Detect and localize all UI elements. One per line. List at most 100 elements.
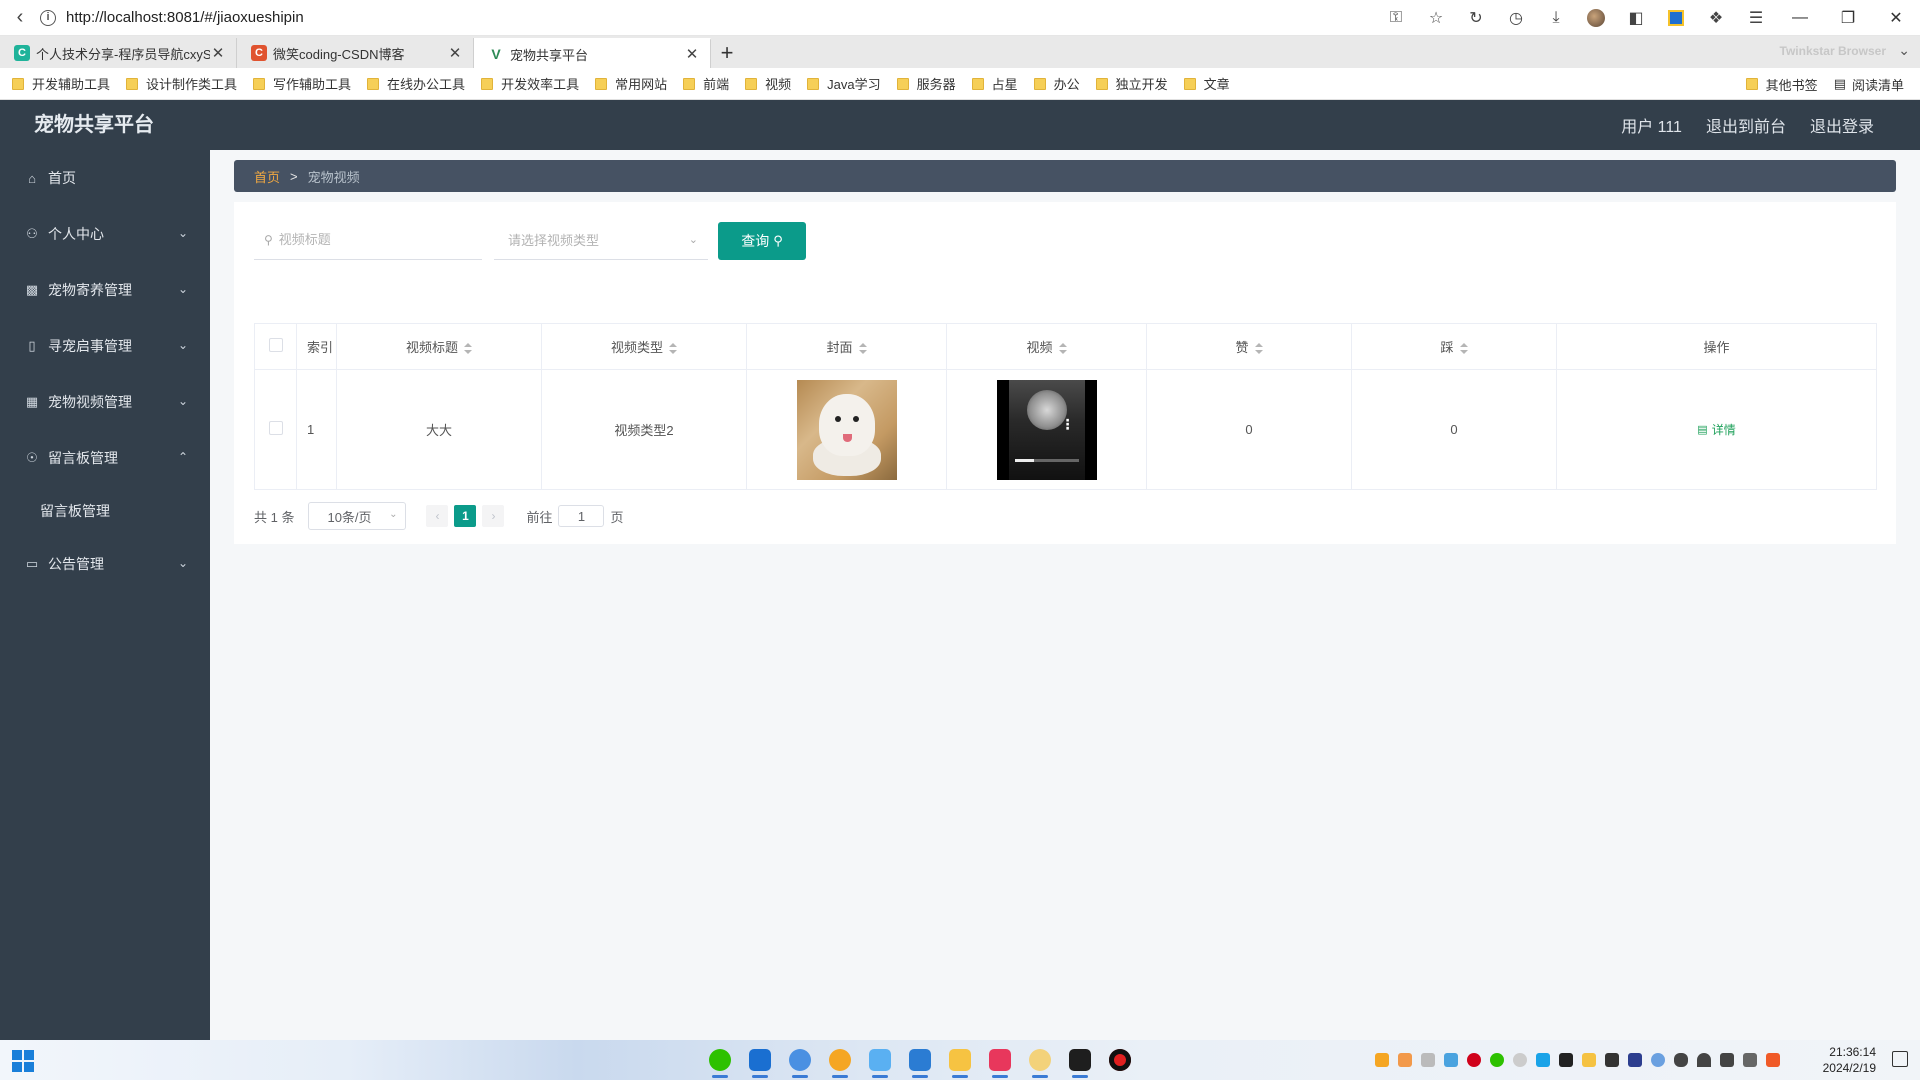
key-icon[interactable]: ⚿	[1376, 0, 1416, 36]
close-tab-icon[interactable]: ✕	[684, 45, 700, 63]
more-options-icon[interactable]: ⋮	[1061, 417, 1075, 431]
sidebar-item-lost-pet[interactable]: ▯ 寻宠启事管理 ⌄	[0, 318, 210, 374]
tray-app-icon[interactable]	[1651, 1053, 1665, 1067]
close-tab-icon[interactable]: ✕	[210, 44, 226, 62]
page-jump-input[interactable]	[558, 505, 605, 527]
bookmark-folder[interactable]: 视频	[745, 74, 791, 93]
url-field[interactable]: http://localhost:8081/#/jiaoxueshipin	[66, 9, 304, 26]
browser-tab-3[interactable]: V 宠物共享平台 ✕	[474, 38, 711, 68]
file-explorer-icon[interactable]	[940, 1040, 980, 1080]
volume-icon[interactable]	[1720, 1053, 1734, 1067]
col-video[interactable]: 视频	[946, 323, 1147, 370]
tray-app-icon[interactable]	[1628, 1053, 1642, 1067]
bookmark-folder[interactable]: 写作辅助工具	[253, 74, 351, 93]
puzzle-icon[interactable]: ❖	[1696, 0, 1736, 36]
wechat-app-icon[interactable]	[700, 1040, 740, 1080]
row-checkbox[interactable]	[268, 421, 283, 435]
sort-icon[interactable]	[1254, 342, 1263, 355]
detail-button[interactable]: ▤ 详情	[1697, 421, 1735, 438]
tray-record-icon[interactable]	[1467, 1053, 1481, 1067]
record-icon[interactable]	[1100, 1040, 1140, 1080]
menu-icon[interactable]: ☰	[1736, 0, 1776, 36]
video-progress-bar[interactable]	[1014, 458, 1079, 462]
bookmark-folder[interactable]: 办公	[1033, 74, 1080, 93]
bookmark-folder[interactable]: 设计制作类工具	[126, 74, 237, 93]
windows-start-icon[interactable]	[12, 1050, 34, 1072]
col-likes[interactable]: 赞	[1146, 323, 1352, 370]
star-icon[interactable]: ☆	[1416, 0, 1456, 36]
reading-list[interactable]: ▤ 阅读清单	[1834, 75, 1904, 94]
to-front-link[interactable]: 退出到前台	[1706, 113, 1786, 137]
sort-icon[interactable]	[464, 342, 472, 355]
cloud-app-icon[interactable]	[860, 1040, 900, 1080]
browser-tab-2[interactable]: C 微笑coding-CSDN博客 ✕	[237, 38, 474, 68]
col-title[interactable]: 视频标题	[336, 323, 542, 370]
tablet-app-icon[interactable]	[740, 1040, 780, 1080]
reload-icon[interactable]: ↻	[1456, 0, 1496, 36]
wifi-icon[interactable]	[1697, 1053, 1711, 1067]
notification-icon[interactable]	[1892, 1051, 1908, 1067]
bookmark-folder[interactable]: 文章	[1183, 74, 1230, 93]
other-bookmarks[interactable]: 其他书签	[1745, 75, 1818, 94]
prev-page-button[interactable]: ‹	[426, 505, 449, 527]
tray-app-icon[interactable]	[1582, 1053, 1596, 1067]
sidebar-item-boarding[interactable]: ▩ 宠物寄养管理 ⌄	[0, 262, 210, 318]
cover-image[interactable]	[796, 379, 897, 480]
back-icon[interactable]: ‹	[0, 0, 40, 36]
close-window-icon[interactable]: ✕	[1872, 0, 1920, 36]
close-tab-icon[interactable]: ✕	[447, 44, 463, 62]
restore-icon[interactable]: ❐	[1824, 0, 1872, 36]
sort-icon[interactable]	[1058, 342, 1067, 355]
sort-icon[interactable]	[1459, 342, 1468, 355]
profile-avatar[interactable]	[1576, 0, 1616, 36]
logout-link[interactable]: 退出登录	[1810, 113, 1874, 137]
bookmark-folder[interactable]: Java学习	[807, 74, 881, 93]
sidebar-item-pet-video[interactable]: ▦ 宠物视频管理 ⌄	[0, 374, 210, 430]
bookmark-folder[interactable]: 开发效率工具	[481, 74, 579, 93]
tray-cloud-icon[interactable]	[1421, 1053, 1435, 1067]
intellij-icon[interactable]	[980, 1040, 1020, 1080]
minimize-icon[interactable]: —	[1776, 0, 1824, 36]
microphone-icon[interactable]	[1674, 1053, 1688, 1067]
tray-onedrive-icon[interactable]	[1444, 1053, 1458, 1067]
network-app-icon[interactable]	[780, 1040, 820, 1080]
bookmark-folder[interactable]: 占星	[971, 74, 1018, 93]
tray-qq-icon[interactable]	[1375, 1053, 1389, 1067]
new-tab-button[interactable]: +	[711, 38, 743, 68]
sidebar-subitem-message-board[interactable]: 留言板管理	[0, 486, 210, 536]
taskbar-clock[interactable]: 21:36:14 2024/2/19	[1823, 1044, 1876, 1076]
chevron-down-icon[interactable]: ⌄	[1898, 42, 1910, 59]
query-button[interactable]: 查询 ⚲	[718, 222, 806, 260]
page-size-select[interactable]: 10条/页 ⌄	[308, 502, 407, 530]
sidebar-item-personal-center[interactable]: ⚇ 个人中心 ⌄	[0, 206, 210, 262]
sort-icon[interactable]	[669, 342, 677, 355]
tray-app-icon[interactable]	[1513, 1053, 1527, 1067]
sidebar-item-home[interactable]: ⌂ 首页	[0, 150, 210, 206]
tray-wechat-icon[interactable]	[1490, 1053, 1504, 1067]
bookmark-folder[interactable]: 开发辅助工具	[12, 74, 110, 93]
bookmark-folder[interactable]: 独立开发	[1095, 74, 1168, 93]
twinkstar-browser-icon[interactable]	[1020, 1040, 1060, 1080]
sidebar-item-message-board[interactable]: ☉ 留言板管理 ⌃	[0, 430, 210, 486]
info-icon[interactable]: i	[40, 9, 56, 26]
video-title-search[interactable]: ⚲	[254, 220, 482, 260]
tray-app-icon[interactable]	[1559, 1053, 1573, 1067]
document-app-icon[interactable]	[900, 1040, 940, 1080]
col-type[interactable]: 视频类型	[541, 323, 747, 370]
extension-save-icon[interactable]	[1656, 0, 1696, 36]
sidebar-item-notice[interactable]: ▭ 公告管理 ⌄	[0, 536, 210, 592]
tray-search-icon[interactable]	[1398, 1053, 1412, 1067]
bookmark-folder[interactable]: 前端	[683, 74, 729, 93]
bookmark-folder[interactable]: 在线办公工具	[367, 74, 465, 93]
input-method-icon[interactable]	[1743, 1053, 1757, 1067]
terminal-icon[interactable]	[1060, 1040, 1100, 1080]
download-icon[interactable]: ⤓	[1536, 0, 1576, 36]
col-dislikes[interactable]: 踩	[1351, 323, 1557, 370]
video-player[interactable]: ⋮	[996, 379, 1097, 480]
col-cover[interactable]: 封面	[746, 323, 947, 370]
tray-app-icon[interactable]	[1766, 1053, 1780, 1067]
bookmark-folder[interactable]: 服务器	[896, 74, 956, 93]
video-type-select[interactable]: 请选择视频类型 ⌄	[494, 220, 708, 260]
tray-app-icon[interactable]	[1605, 1053, 1619, 1067]
select-all-checkbox[interactable]	[268, 338, 283, 352]
